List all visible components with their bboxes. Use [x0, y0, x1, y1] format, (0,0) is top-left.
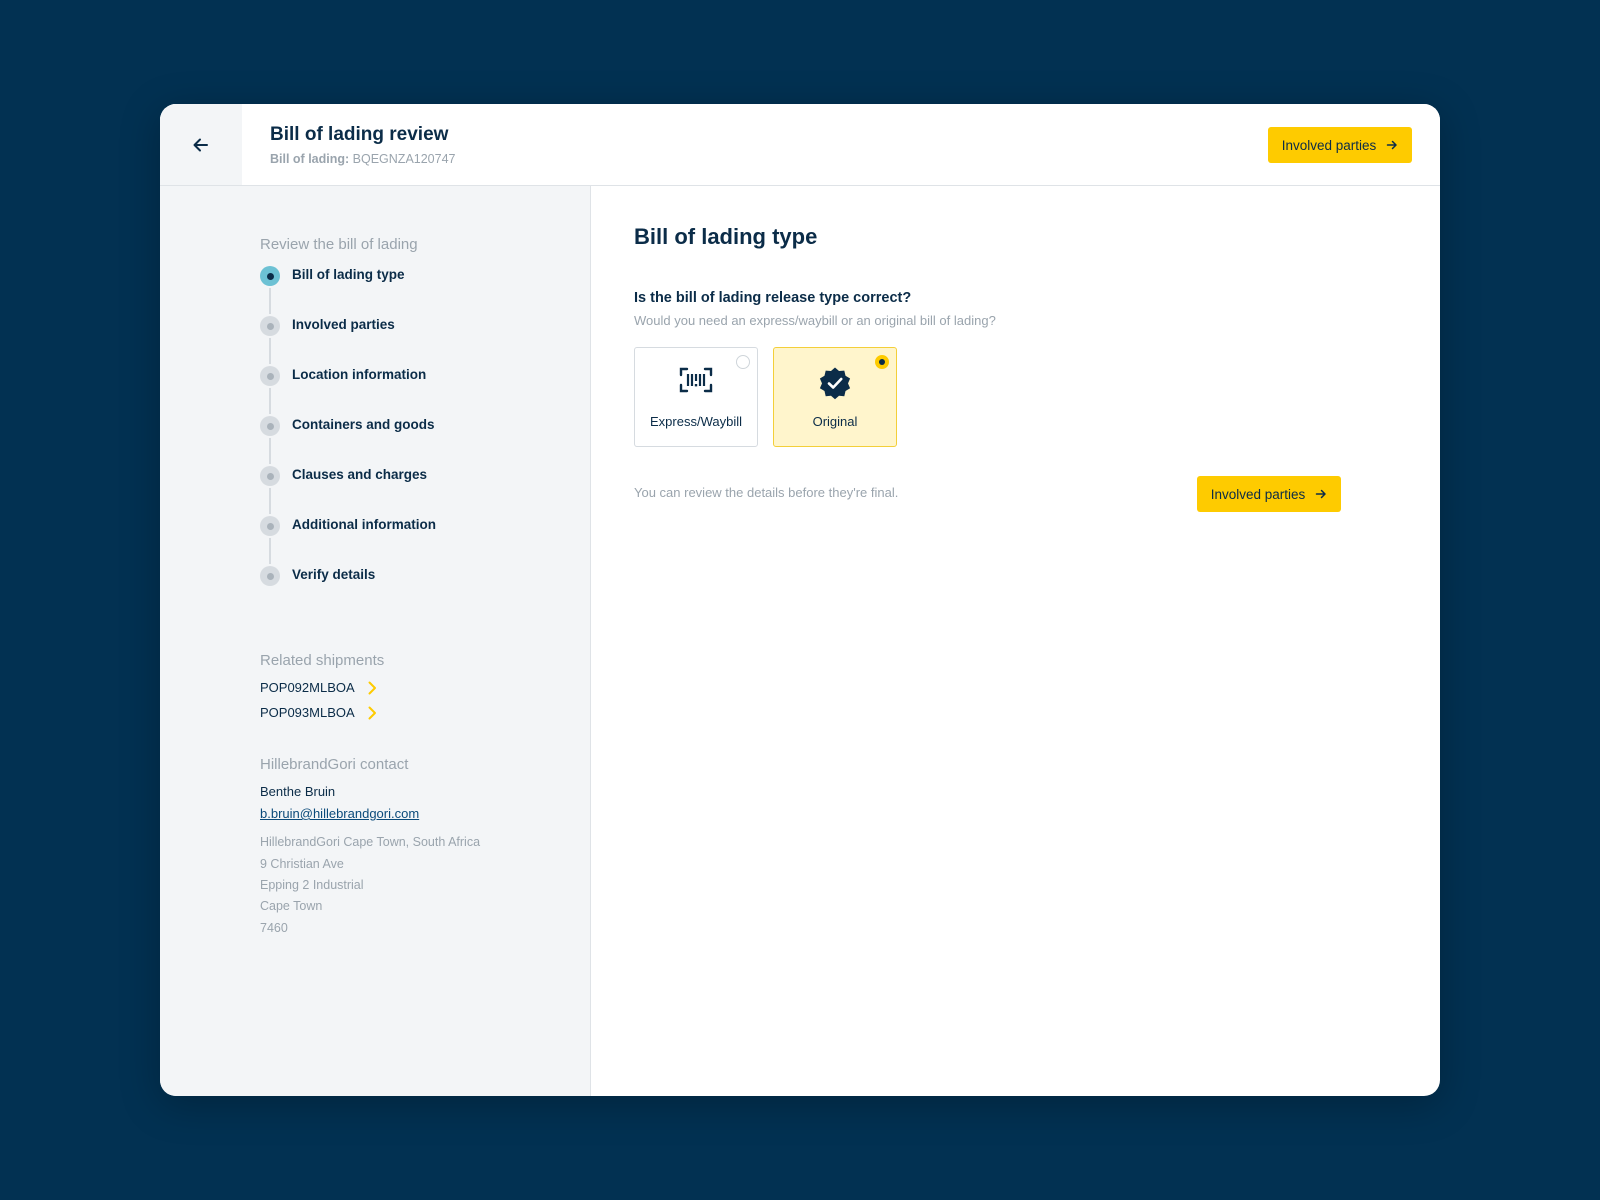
step-location-information[interactable]: Location information	[260, 366, 560, 416]
step-verify-details[interactable]: Verify details	[260, 566, 560, 616]
step-bill-of-lading-type[interactable]: Bill of lading type	[260, 266, 560, 316]
chevron-right-icon	[368, 681, 376, 694]
involved-parties-button[interactable]: Involved parties	[1197, 476, 1341, 512]
step-label: Location information	[292, 367, 427, 382]
step-connector	[269, 338, 271, 364]
step-dot-active	[260, 266, 280, 286]
step-dot	[260, 316, 280, 336]
section-title: Bill of lading type	[634, 224, 818, 249]
page-header: Bill of lading review Bill of lading: BQ…	[160, 104, 1440, 186]
header-involved-parties-label: Involved parties	[1281, 137, 1377, 153]
step-dot	[260, 516, 280, 536]
sidebar: Review the bill of lading Bill of lading…	[160, 186, 591, 1096]
bill-of-lading-number: Bill of lading: BQEGNZA120747	[270, 152, 456, 166]
back-button[interactable]	[160, 104, 242, 185]
option-label: Original	[812, 414, 858, 429]
address-line: 7460	[260, 921, 288, 935]
review-note: You can review the details before they'r…	[634, 485, 899, 500]
step-label: Additional information	[292, 517, 436, 532]
related-shipment-id: POP093MLBOA	[260, 705, 355, 720]
step-dot	[260, 566, 280, 586]
step-connector	[269, 438, 271, 464]
address-line: 9 Christian Ave	[260, 857, 344, 871]
chevron-right-icon	[368, 706, 376, 719]
step-label: Verify details	[292, 567, 376, 582]
steps-heading: Review the bill of lading	[260, 236, 418, 253]
step-additional-information[interactable]: Additional information	[260, 516, 560, 566]
review-card: Bill of lading review Bill of lading: BQ…	[160, 104, 1440, 1096]
step-dot	[260, 366, 280, 386]
step-involved-parties[interactable]: Involved parties	[260, 316, 560, 366]
header-involved-parties-button[interactable]: Involved parties	[1268, 127, 1412, 163]
arrow-left-icon	[193, 138, 208, 151]
option-express-waybill[interactable]: Express/Waybill	[634, 347, 758, 447]
related-shipments-heading: Related shipments	[260, 652, 385, 669]
question-hint: Would you need an express/waybill or an …	[634, 313, 996, 328]
page-title: Bill of lading review	[270, 124, 449, 145]
bill-of-lading-value: BQEGNZA120747	[352, 152, 456, 166]
step-list: Bill of lading type Involved parties Loc…	[260, 266, 560, 616]
step-containers-and-goods[interactable]: Containers and goods	[260, 416, 560, 466]
address-line: HillebrandGori Cape Town, South Africa	[260, 835, 481, 849]
arrow-right-icon	[1316, 489, 1327, 499]
step-label: Containers and goods	[292, 417, 435, 432]
question-text: Is the bill of lading release type corre…	[634, 290, 912, 306]
step-connector	[269, 538, 271, 564]
bill-of-lading-label: Bill of lading:	[270, 152, 350, 166]
related-shipment-id: POP092MLBOA	[260, 680, 355, 695]
step-label: Involved parties	[292, 317, 395, 332]
related-shipment-link[interactable]: POP093MLBOA	[260, 705, 377, 720]
contact-email-link[interactable]: b.bruin@hillebrandgori.com	[260, 806, 419, 821]
step-connector	[269, 488, 271, 514]
option-original[interactable]: Original	[773, 347, 897, 447]
step-clauses-and-charges[interactable]: Clauses and charges	[260, 466, 560, 516]
contact-name: Benthe Bruin	[260, 784, 336, 799]
step-connector	[269, 288, 271, 314]
contact-heading: HillebrandGori contact	[260, 756, 409, 773]
address-line: Cape Town	[260, 899, 323, 913]
step-label: Clauses and charges	[292, 467, 428, 482]
involved-parties-label: Involved parties	[1210, 486, 1306, 502]
arrow-right-icon	[1387, 140, 1398, 150]
step-label: Bill of lading type	[292, 267, 405, 282]
step-dot	[260, 466, 280, 486]
step-dot	[260, 416, 280, 436]
address-line: Epping 2 Industrial	[260, 878, 364, 892]
barcode-scan-icon	[635, 366, 757, 400]
related-shipment-link[interactable]: POP092MLBOA	[260, 680, 377, 695]
option-label: Express/Waybill	[650, 414, 742, 429]
step-connector	[269, 388, 271, 414]
verified-badge-icon	[774, 366, 896, 400]
